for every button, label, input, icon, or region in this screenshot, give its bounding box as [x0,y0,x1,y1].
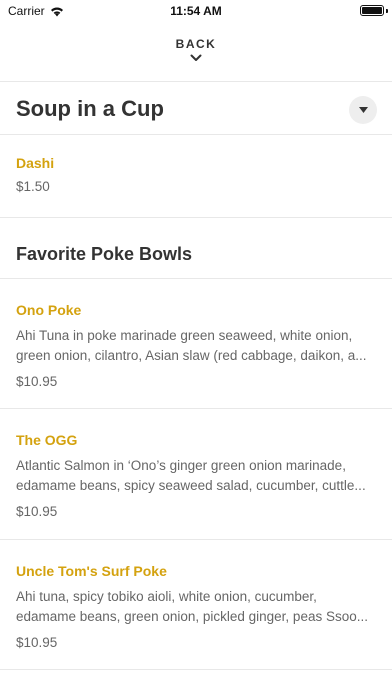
divider [0,539,392,540]
battery-icon [360,5,384,16]
item-name: Ono Poke [16,302,82,318]
divider [0,278,392,279]
menu-item-uncle-toms-surf-poke[interactable]: Uncle Tom's Surf Poke Ahi tuna, spicy to… [16,563,376,650]
item-price: $10.95 [16,635,58,650]
divider [0,217,392,218]
item-description: Ahi Tuna in poke marinade green seaweed,… [16,328,367,363]
item-price: $1.50 [16,179,50,194]
item-name: Uncle Tom's Surf Poke [16,563,167,579]
item-name: Dashi [16,155,55,171]
section-title-poke-bowls: Favorite Poke Bowls [16,244,193,264]
divider [0,81,392,82]
menu-item-ono-poke[interactable]: Ono Poke Ahi Tuna in poke marinade green… [16,302,376,389]
menu-item-the-ogg[interactable]: The OGG Atlantic Salmon in ‘Ono’s ginger… [16,432,376,519]
back-label: BACK [175,37,217,51]
battery-cap [386,9,388,13]
caret-down-icon [358,107,368,113]
item-description: Ahi tuna, spicy tobiko aioli, white onio… [16,589,368,624]
chevron-down-icon [190,54,202,61]
status-bar: Carrier 11:54 AM [0,0,392,22]
section-dropdown-button[interactable] [349,96,377,124]
item-price: $10.95 [16,374,58,389]
item-description: Atlantic Salmon in ‘Ono’s ginger green o… [16,458,366,493]
divider [0,408,392,409]
divider [0,134,392,135]
item-price: $10.95 [16,504,58,519]
back-button[interactable]: BACK [0,37,392,62]
item-name: The OGG [16,432,78,448]
divider [0,669,392,670]
status-time: 11:54 AM [170,4,222,18]
section-title-soup: Soup in a Cup [16,96,164,121]
menu-item-dashi[interactable]: Dashi $1.50 [16,155,376,194]
